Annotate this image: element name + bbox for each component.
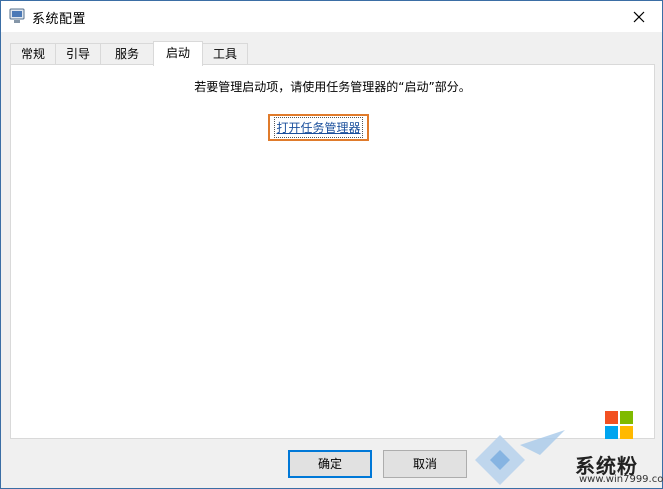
startup-panel: 若要管理启动项，请使用任务管理器的“启动”部分。 打开任务管理器 [10, 64, 655, 439]
tab-services[interactable]: 服务 [100, 43, 154, 65]
highlight-box: 打开任务管理器 [268, 114, 369, 141]
msconfig-icon [9, 8, 25, 23]
close-icon [633, 11, 645, 22]
watermark-url: www.win7999.com [579, 474, 663, 485]
tab-strip: 常规 引导 服务 启动 工具 [10, 41, 655, 66]
startup-message: 若要管理启动项，请使用任务管理器的“启动”部分。 [194, 80, 471, 94]
tab-startup[interactable]: 启动 [153, 41, 203, 66]
window-title: 系统配置 [32, 12, 87, 27]
tab-boot[interactable]: 引导 [55, 43, 101, 65]
ok-button[interactable]: 确定 [288, 450, 372, 478]
title-bar[interactable]: 系统配置 [1, 1, 662, 32]
open-task-manager-link[interactable]: 打开任务管理器 [274, 117, 363, 138]
cancel-button[interactable]: 取消 [383, 450, 467, 478]
close-button[interactable] [616, 1, 662, 32]
tab-general[interactable]: 常规 [10, 43, 56, 65]
tab-tools[interactable]: 工具 [202, 43, 248, 65]
